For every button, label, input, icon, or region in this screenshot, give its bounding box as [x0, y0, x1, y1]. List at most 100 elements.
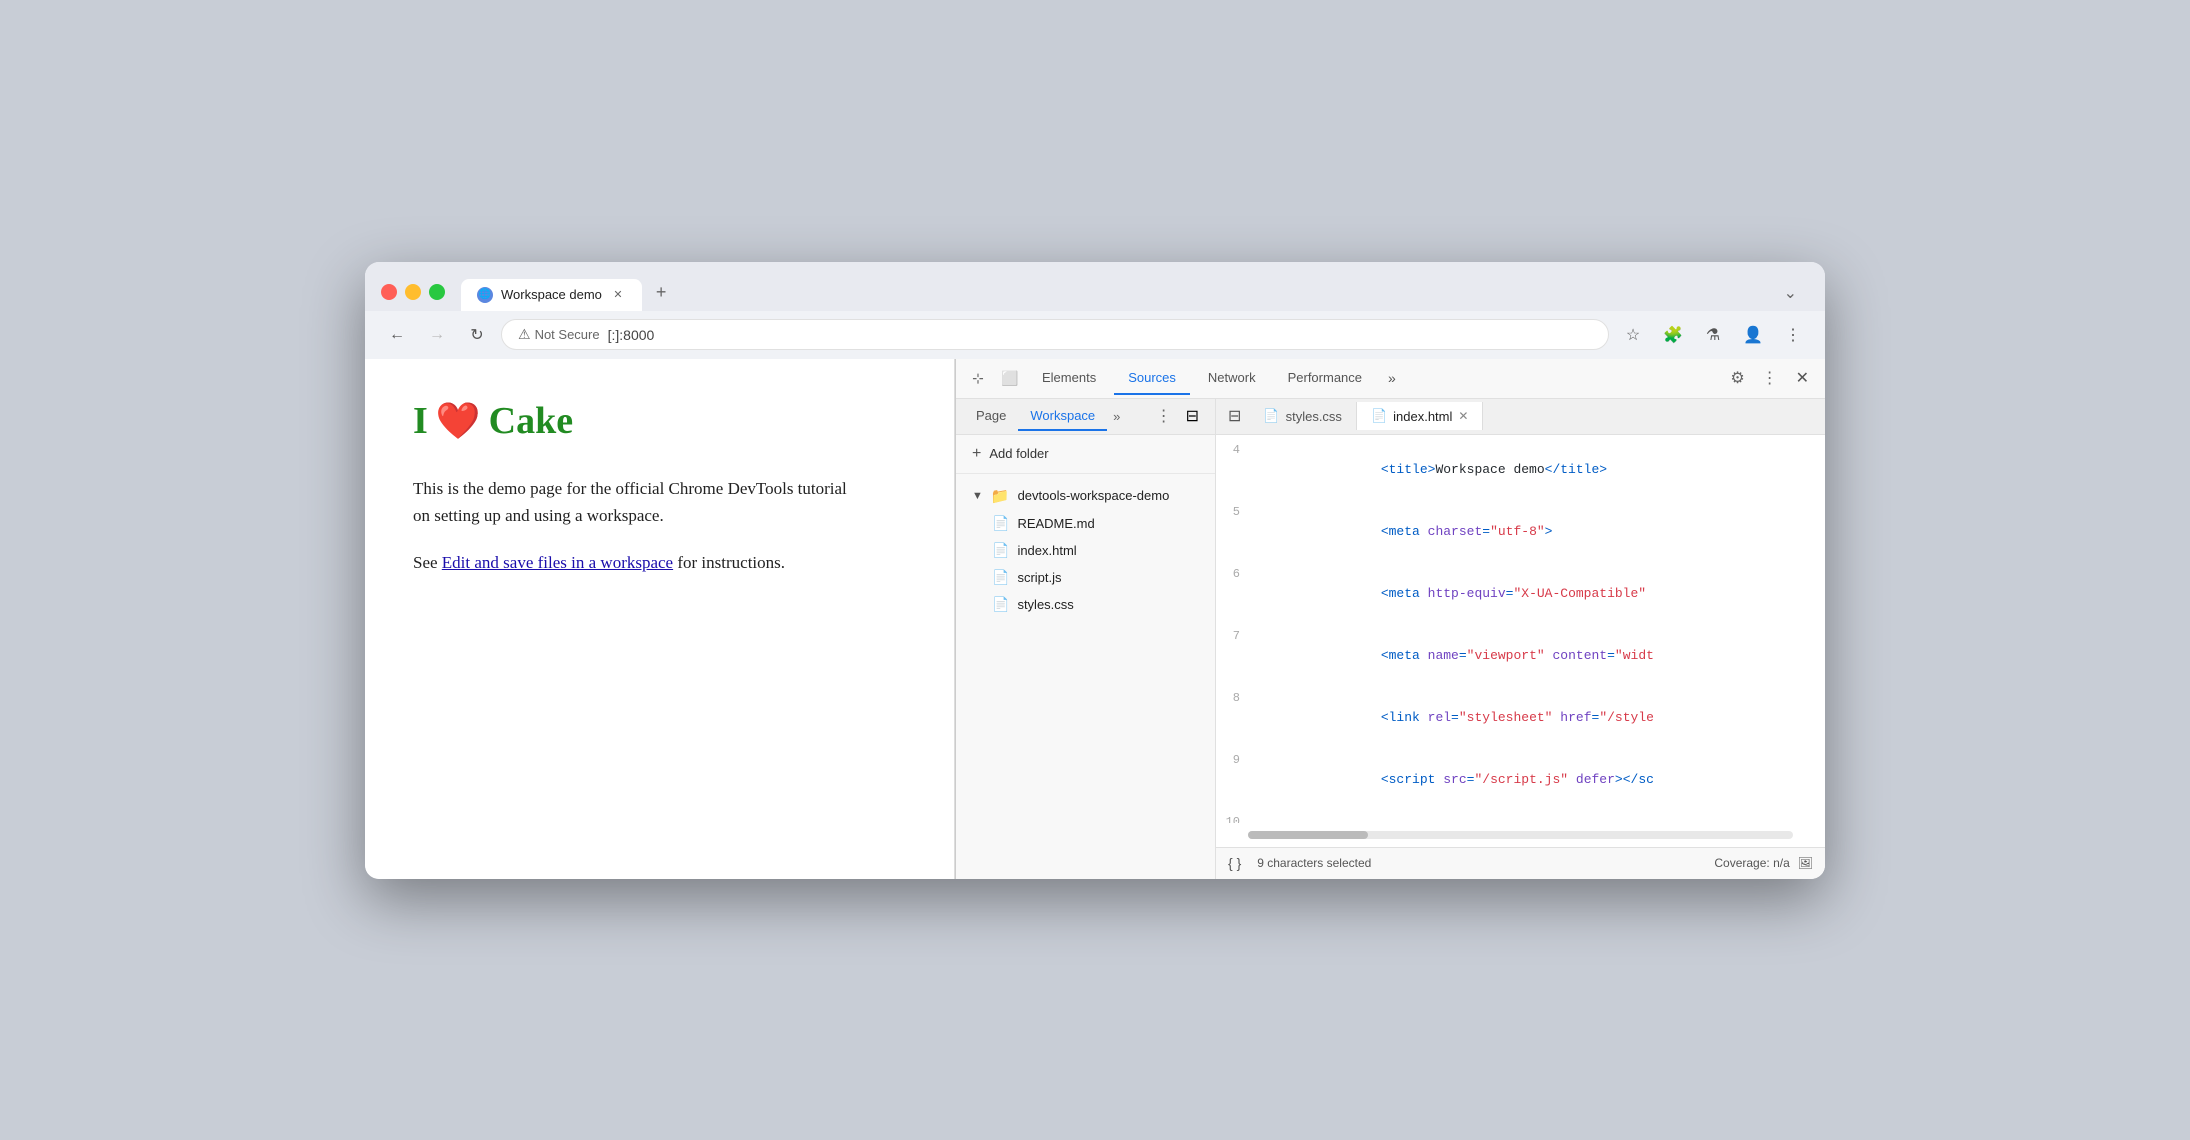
code-editor: ⊟ 📄 styles.css 📄 index.html ✕ [1216, 399, 1825, 879]
para2-after: for instructions. [673, 553, 785, 572]
editor-sidebar-toggle[interactable]: ⊟ [1220, 400, 1249, 432]
new-tab-button[interactable]: + [644, 274, 679, 311]
more-tabs-icon[interactable]: » [1380, 362, 1404, 394]
paragraph-1: This is the demo page for the official C… [413, 475, 853, 529]
device-toggle-icon[interactable]: ⬜ [996, 364, 1024, 392]
workspace-folder[interactable]: ▼ 📁 devtools-workspace-demo [956, 482, 1215, 510]
file-script-js[interactable]: 📄 script.js [956, 564, 1215, 591]
folder-arrow-icon: ▼ [972, 490, 983, 502]
inspect-icon[interactable]: ⊹ [964, 364, 992, 392]
devtools-settings-button[interactable]: ⚙ [1724, 364, 1752, 392]
nav-actions: ☆ 🧩 ⚗ 👤 ⋮ [1617, 319, 1809, 351]
code-line-7: 7 <meta name="viewport" content="widt [1216, 625, 1825, 687]
not-secure-label: Not Secure [535, 327, 600, 342]
workspace-link[interactable]: Edit and save files in a workspace [442, 553, 673, 572]
devtools-panel: ⊹ ⬜ Elements Sources Network Performance… [955, 359, 1825, 879]
editor-tab-label-html: index.html [1393, 409, 1452, 424]
profile-button[interactable]: 👤 [1737, 319, 1769, 351]
file-tree: Page Workspace » ⋮ ⊟ + Add folder ▼ 📁 [956, 399, 1216, 879]
heading-cake: Cake [489, 399, 573, 443]
coverage-label: Coverage: n/a [1714, 856, 1789, 870]
file-name-script: script.js [1017, 570, 1061, 585]
tab-sources[interactable]: Sources [1114, 362, 1190, 395]
address-bar[interactable]: ⚠ Not Secure [:]:8000 [501, 319, 1609, 350]
not-secure-indicator: ⚠ Not Secure [518, 326, 600, 343]
code-line-4: 4 <title>Workspace demo</title> [1216, 439, 1825, 501]
minimize-button[interactable] [405, 284, 421, 300]
fullscreen-button[interactable] [429, 284, 445, 300]
file-icon-md: 📄 [992, 515, 1009, 532]
add-icon: + [972, 445, 981, 463]
add-folder-button[interactable]: + Add folder [956, 435, 1215, 474]
scrollbar-area[interactable] [1216, 823, 1825, 847]
warning-icon: ⚠ [518, 326, 531, 343]
tab-elements[interactable]: Elements [1028, 362, 1110, 395]
lab-button[interactable]: ⚗ [1697, 319, 1729, 351]
devtools-status-bar: { } 9 characters selected Coverage: n/a … [1216, 847, 1825, 879]
page-heading: I ❤️ Cake [413, 399, 906, 443]
tab-favicon: 🌐 [477, 287, 493, 303]
tab-list-button[interactable]: ⌄ [1772, 275, 1809, 311]
close-button[interactable] [381, 284, 397, 300]
code-line-9: 9 <script src="/script.js" defer></sc [1216, 749, 1825, 811]
folder-tree: ▼ 📁 devtools-workspace-demo 📄 README.md … [956, 474, 1215, 879]
editor-tab-label-css: styles.css [1286, 409, 1342, 424]
editor-tabs: ⊟ 📄 styles.css 📄 index.html ✕ [1216, 399, 1825, 435]
horizontal-scrollbar[interactable] [1248, 831, 1793, 839]
forward-button[interactable]: → [421, 319, 453, 351]
editor-tab-styles-css[interactable]: 📄 styles.css [1249, 402, 1357, 430]
file-icon-js: 📄 [992, 569, 1009, 586]
sources-panel: Page Workspace » ⋮ ⊟ + Add folder ▼ 📁 [956, 399, 1825, 879]
code-line-10: 10 </head> [1216, 811, 1825, 823]
title-bar: 🌐 Workspace demo ✕ + ⌄ [365, 262, 1825, 311]
extensions-button[interactable]: 🧩 [1657, 319, 1689, 351]
content-area: I ❤️ Cake This is the demo page for the … [365, 359, 1825, 879]
bookmark-button[interactable]: ☆ [1617, 319, 1649, 351]
folder-name: devtools-workspace-demo [1018, 488, 1170, 503]
heading-i: I [413, 399, 428, 443]
active-tab[interactable]: 🌐 Workspace demo ✕ [461, 279, 642, 311]
paragraph-2: See Edit and save files in a workspace f… [413, 549, 853, 576]
sources-more-icon[interactable]: » [1107, 403, 1126, 430]
editor-tab-close-button[interactable]: ✕ [1458, 409, 1468, 423]
code-line-5: 5 <meta charset="utf-8"> [1216, 501, 1825, 563]
nav-bar: ← → ↻ ⚠ Not Secure [:]:8000 ☆ 🧩 ⚗ 👤 ⋮ [365, 311, 1825, 359]
coverage-section: Coverage: n/a 🖼 [1714, 856, 1813, 870]
code-content[interactable]: 4 <title>Workspace demo</title> 5 <meta … [1216, 435, 1825, 823]
file-styles-css[interactable]: 📄 styles.css [956, 591, 1215, 618]
tab-close-button[interactable]: ✕ [610, 287, 626, 303]
tab-workspace[interactable]: Workspace [1018, 402, 1107, 431]
add-folder-label: Add folder [989, 446, 1048, 461]
file-readme[interactable]: 📄 README.md [956, 510, 1215, 537]
editor-tab-index-html[interactable]: 📄 index.html ✕ [1357, 402, 1484, 430]
traffic-lights [381, 284, 445, 300]
url-text: [:]:8000 [608, 327, 655, 343]
folder-icon: 📁 [991, 487, 1010, 505]
tab-performance[interactable]: Performance [1274, 362, 1376, 395]
tab-title: Workspace demo [501, 287, 602, 302]
file-name-index: index.html [1017, 543, 1076, 558]
file-name-styles: styles.css [1017, 597, 1073, 612]
sources-toggle-button[interactable]: ⊟ [1178, 400, 1207, 432]
menu-button[interactable]: ⋮ [1777, 319, 1809, 351]
devtools-kebab-button[interactable]: ⋮ [1756, 364, 1784, 392]
file-index-html[interactable]: 📄 index.html [956, 537, 1215, 564]
para2-before: See [413, 553, 442, 572]
sources-tabs: Page Workspace » ⋮ ⊟ [956, 399, 1215, 435]
heart-icon: ❤️ [436, 400, 481, 442]
devtools-close-button[interactable]: ✕ [1788, 364, 1817, 392]
chars-selected-status: 9 characters selected [1257, 856, 1371, 870]
browser-window: 🌐 Workspace demo ✕ + ⌄ ← → ↻ ⚠ Not Secur… [365, 262, 1825, 879]
screenshot-icon[interactable]: 🖼 [1798, 856, 1813, 870]
back-button[interactable]: ← [381, 319, 413, 351]
file-icon-css: 📄 [992, 596, 1009, 613]
sources-kebab-button[interactable]: ⋮ [1150, 400, 1178, 432]
file-name-readme: README.md [1017, 516, 1094, 531]
code-line-6: 6 <meta http-equiv="X-UA-Compatible" [1216, 563, 1825, 625]
tab-page[interactable]: Page [964, 402, 1018, 431]
format-icon[interactable]: { } [1228, 855, 1241, 871]
tab-network[interactable]: Network [1194, 362, 1270, 395]
code-line-8: 8 <link rel="stylesheet" href="/style [1216, 687, 1825, 749]
file-icon-html: 📄 [992, 542, 1009, 559]
reload-button[interactable]: ↻ [461, 319, 493, 351]
